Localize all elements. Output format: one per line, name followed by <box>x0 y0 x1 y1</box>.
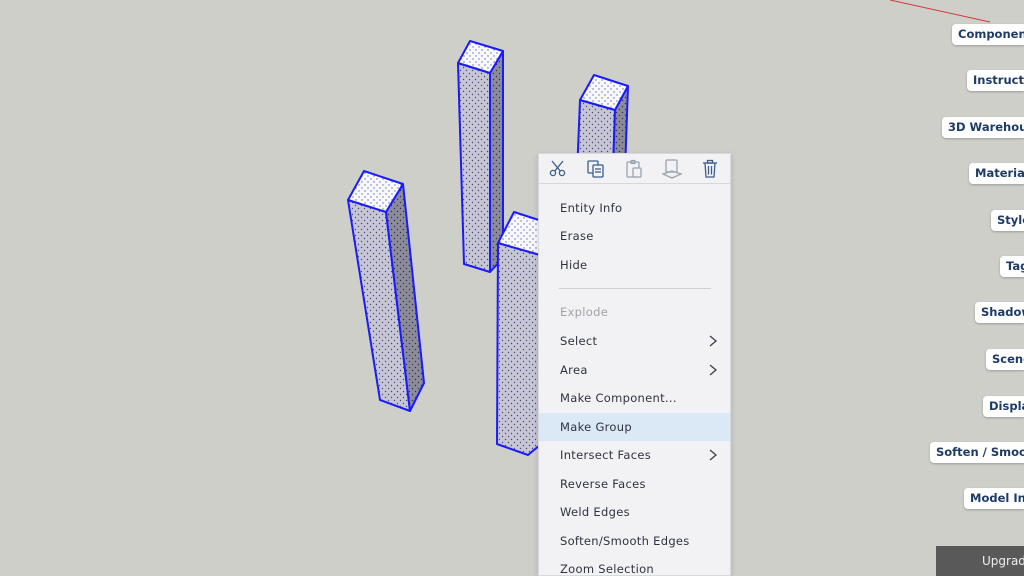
menu-item-erase[interactable]: Erase <box>539 222 730 250</box>
menu-item-hide[interactable]: Hide <box>539 251 730 279</box>
tray-tab-3d-warehouse[interactable]: 3D Warehouse <box>942 117 1024 138</box>
scissors-icon[interactable] <box>547 158 569 180</box>
menu-item-label: Make Component... <box>560 391 677 405</box>
chevron-right-icon <box>709 449 718 461</box>
paste-in-place-icon[interactable] <box>661 158 683 180</box>
menu-item-label: Make Group <box>560 420 632 434</box>
chevron-right-icon <box>709 364 718 376</box>
tray-tab-materials[interactable]: Materials <box>969 163 1024 184</box>
menu-item-make-component[interactable]: Make Component... <box>539 384 730 412</box>
menu-item-make-group[interactable]: Make Group <box>539 413 730 441</box>
menu-item-label: Intersect Faces <box>560 448 652 462</box>
menu-item-explode: Explode <box>539 298 730 326</box>
menu-item-weld-edges[interactable]: Weld Edges <box>539 498 730 526</box>
menu-item-label: Area <box>560 363 588 377</box>
tray-tab-model-info[interactable]: Model Info <box>964 488 1024 509</box>
red-axis-line <box>889 0 991 23</box>
menu-item-label: Explode <box>560 305 609 319</box>
menu-item-entity-info[interactable]: Entity Info <box>539 194 730 222</box>
copy-icon[interactable] <box>585 158 607 180</box>
selected-box-2[interactable] <box>457 40 504 273</box>
modeling-viewport[interactable] <box>0 0 1024 576</box>
tray-tab-scenes[interactable]: Scenes <box>986 349 1024 370</box>
chevron-right-icon <box>709 335 718 347</box>
tray-tab-instructor[interactable]: Instructor <box>967 70 1024 91</box>
menu-item-label: Zoom Selection <box>560 562 655 576</box>
menu-divider <box>559 288 711 289</box>
upgrade-button[interactable]: Upgrade <box>936 546 1024 576</box>
menu-item-label: Entity Info <box>560 201 623 215</box>
tray-tab-tags[interactable]: Tags <box>1000 256 1024 277</box>
tray-tab-soften-smooth[interactable]: Soften / Smooth <box>930 442 1024 463</box>
menu-item-zoom-selection[interactable]: Zoom Selection <box>539 555 730 576</box>
paste-icon[interactable] <box>623 158 645 180</box>
tray-tab-display[interactable]: Display <box>983 396 1024 417</box>
trash-icon[interactable] <box>699 158 721 180</box>
menu-item-label: Weld Edges <box>560 505 630 519</box>
menu-item-label: Soften/Smooth Edges <box>560 534 690 548</box>
menu-item-label: Reverse Faces <box>560 477 646 491</box>
selected-box-1[interactable] <box>347 170 425 412</box>
menu-item-label: Select <box>560 334 598 348</box>
menu-item-intersect-faces[interactable]: Intersect Faces <box>539 441 730 469</box>
context-menu-toolbar <box>539 154 730 184</box>
menu-item-reverse-faces[interactable]: Reverse Faces <box>539 470 730 498</box>
tray-tab-shadows[interactable]: Shadows <box>975 302 1024 323</box>
menu-item-label: Erase <box>560 229 594 243</box>
menu-item-label: Hide <box>560 258 588 272</box>
menu-item-area[interactable]: Area <box>539 356 730 384</box>
menu-item-select[interactable]: Select <box>539 327 730 355</box>
menu-item-soften-smooth-edges[interactable]: Soften/Smooth Edges <box>539 527 730 555</box>
tray-tab-components[interactable]: Components <box>952 24 1024 45</box>
context-menu: Entity Info Erase Hide Explode Select Ar… <box>538 153 731 576</box>
tray-tab-styles[interactable]: Styles <box>991 210 1024 231</box>
